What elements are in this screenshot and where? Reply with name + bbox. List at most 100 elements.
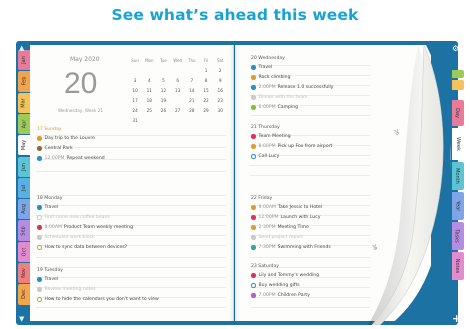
month-tab-8[interactable]: Sep [18,220,30,241]
mini-calendar-day[interactable]: 24 [128,108,142,113]
mini-calendar-day[interactable]: 11 [142,88,156,93]
calendar-color-dot [251,144,256,149]
mini-calendar-day[interactable]: 31 [128,118,142,123]
mini-calendar-day[interactable]: 15 [199,88,213,93]
month-tab-11[interactable]: Dec [18,284,30,305]
mini-calendar-day[interactable]: 2 [213,68,227,73]
event-item[interactable]: Travel [37,205,58,210]
mini-calendar-day[interactable]: 13 [171,88,185,93]
event-item[interactable]: Travel [37,277,58,282]
calendar-color-dot [37,205,42,210]
event-item[interactable]: 12:00PM Launch with Lucy [251,215,320,220]
event-item[interactable]: How to hide the calendars you don't want… [37,297,159,302]
mini-calendar-day[interactable]: 14 [185,88,199,93]
calendar-color-dot [251,105,256,110]
event-item[interactable]: 2:00PM Release 1.0 successfully [251,85,334,90]
chevron-up-icon[interactable]: ▲ [19,44,24,52]
event-title: Rock climbing [258,75,291,80]
mini-calendar-day[interactable]: 1 [199,68,213,73]
event-title: Meeting Time [277,225,309,230]
mini-calendar-day[interactable]: 8 [199,78,213,83]
month-tab-4[interactable]: May [18,135,30,156]
mini-calendar-day[interactable]: 22 [199,98,213,103]
mini-calendar-day[interactable]: 19 [156,98,170,103]
event-item[interactable]: Dinner with the team [251,95,307,100]
day-header[interactable]: 21 Thursday [251,125,280,130]
event-item[interactable]: Central Park [37,146,73,151]
event-item[interactable]: Send project report [251,235,303,240]
mini-calendar-day[interactable]: 9 [213,78,227,83]
event-item[interactable]: How to sync data between devices? [37,245,127,250]
ruling-line [250,175,370,176]
event-item[interactable]: 8:00PM Pick up Fox from airport [251,144,332,149]
mini-calendar-day[interactable]: 16 [213,88,227,93]
event-item[interactable]: Call Lucy [251,154,279,159]
mini-calendar-day[interactable]: 3 [128,78,142,83]
month-tab-label: Apr [21,119,27,129]
month-tab-10[interactable]: Nov [18,263,30,284]
day-header[interactable]: 22 Friday [251,196,272,201]
mini-calendar-day[interactable]: 21 [185,98,199,103]
event-item[interactable]: 12:00PM Repeat weekend [37,156,105,161]
mini-calendar-day[interactable]: 12 [156,88,170,93]
day-header[interactable]: 20 Wednesday [251,56,285,61]
event-item[interactable]: Team Meeting [251,134,291,139]
event-item[interactable]: 9:00AM Take Jessic to Hotel [251,205,322,210]
mini-calendar-day[interactable]: 28 [185,108,199,113]
mini-calendar-day[interactable]: 23 [213,98,227,103]
mini-calendar-day[interactable]: 29 [199,108,213,113]
event-item[interactable]: Day trip to the Louvre [37,136,95,141]
event-title: Day trip to the Louvre [44,136,95,141]
event-time: 7:00PM [258,293,276,298]
event-title: How to sync data between devices? [44,245,128,250]
ruling-line [36,257,226,258]
day-header[interactable]: 18 Monday [37,196,62,201]
mini-calendar-day[interactable]: 26 [156,108,170,113]
month-tab-1[interactable]: Feb [18,71,30,92]
day-header[interactable]: 23 Saturday [251,264,279,269]
month-tab-label: Jul [20,184,27,191]
event-item[interactable]: 8:00AM Product Team weekly meeting [37,225,133,230]
event-title: Buy wedding gifts [258,283,300,288]
mini-calendar-day[interactable]: 7 [185,78,199,83]
event-item[interactable]: Review meeting notes [37,287,96,292]
event-item[interactable]: Lily and Tommy's wedding [251,273,319,278]
day-header[interactable]: 19 Tuesday [37,268,63,273]
month-tab-9[interactable]: Oct [18,241,30,262]
mini-calendar-day[interactable]: 20 [171,94,185,103]
ruling-line [36,195,226,196]
month-tab-0[interactable]: Jan [18,50,30,71]
month-tab-5[interactable]: Jun [18,156,30,177]
mini-calendar-day[interactable]: 6 [171,78,185,83]
event-item[interactable]: Scheduled work block [37,235,95,240]
mini-calendar-day[interactable]: 30 [213,108,227,113]
mini-calendar-day[interactable]: 18 [142,98,156,103]
ruling-line [36,171,226,172]
event-item[interactable]: Travel [251,65,272,70]
weekday-header: Fri [203,57,209,63]
event-item[interactable]: Buy wedding gifts [251,283,300,288]
month-tab-3[interactable]: Apr [18,113,30,135]
event-title: Call Lucy [258,154,280,159]
mini-calendar-day[interactable]: 5 [156,78,170,83]
event-item[interactable]: 6:00PM Camping [251,105,298,110]
month-tab-6[interactable]: Jul [18,177,30,199]
mini-calendar-day[interactable]: 10 [128,88,142,93]
event-title: Travel [44,277,59,282]
mini-calendar-day[interactable]: 27 [171,108,185,113]
day-header[interactable]: 17 Sunday [37,127,62,132]
event-item[interactable]: 7:30PM Swimming with Friends [251,245,331,250]
calendar-color-dot [251,154,256,159]
mini-calendar-day[interactable]: 17 [128,98,142,103]
event-item[interactable]: Rock climbing [251,75,291,80]
mini-calendar-day[interactable]: 25 [142,108,156,113]
month-tab-2[interactable]: Mar [18,92,30,113]
month-tab-7[interactable]: Aug [18,199,30,220]
event-item[interactable]: Find some new coffee beans [37,215,110,220]
mini-calendar-day[interactable]: 4 [142,78,156,83]
page-curl[interactable] [360,45,460,325]
event-item[interactable]: 7:00PM Children Party [251,293,310,298]
chevron-down-icon[interactable]: ▼ [19,315,24,323]
calendar-color-dot [251,235,256,240]
event-item[interactable]: 2:30PM Meeting Time [251,225,309,230]
